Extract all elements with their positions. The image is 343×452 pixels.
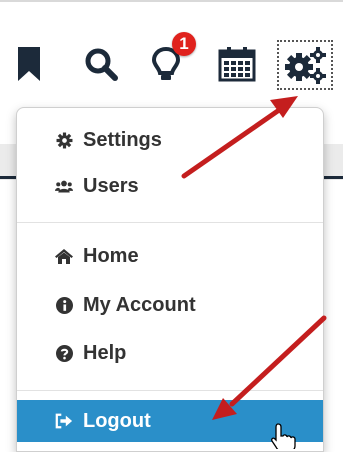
red-arrow-to-logout-icon <box>212 315 327 420</box>
red-arrow-to-gear-icon <box>181 96 298 179</box>
annotation-overlay <box>181 96 327 449</box>
hand-cursor-icon <box>271 423 296 449</box>
